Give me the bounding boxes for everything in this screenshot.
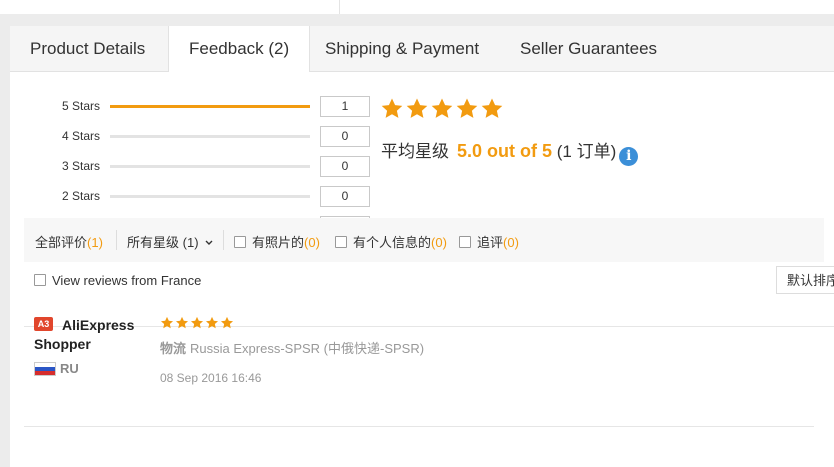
filter-separator bbox=[223, 230, 224, 250]
divider bbox=[24, 426, 814, 427]
filter-with-photos[interactable]: 有照片的(0) bbox=[234, 232, 320, 251]
filter-all[interactable]: 全部评价(1) bbox=[35, 232, 103, 251]
france-label: View reviews from France bbox=[52, 273, 202, 288]
filter-personal-info[interactable]: 有个人信息的(0) bbox=[335, 232, 447, 251]
review-logistics: 物流 Russia Express-SPSR (中俄快递-SPSR) bbox=[160, 338, 424, 357]
rating-label: 4 Stars bbox=[61, 129, 100, 143]
personal-info-checkbox[interactable] bbox=[335, 236, 347, 248]
star-icon bbox=[190, 316, 204, 329]
filter-bar: 全部评价(1) 所有星级 (1) 有照片的(0) 有个人信息的(0) 追评(0) bbox=[24, 218, 824, 262]
review-date: 08 Sep 2016 16:46 bbox=[160, 371, 262, 385]
star-icon bbox=[431, 98, 453, 118]
tab-shipping-payment[interactable]: Shipping & Payment bbox=[325, 26, 479, 71]
buyer-country: RU bbox=[60, 361, 79, 376]
star-filter-count: (1) bbox=[182, 235, 199, 250]
with-photos-count: (0) bbox=[304, 235, 320, 250]
followup-label: 追评 bbox=[477, 235, 504, 250]
logistics-value: Russia Express-SPSR (中俄快递-SPSR) bbox=[190, 341, 425, 356]
top-strip bbox=[0, 0, 834, 14]
followup-count: (0) bbox=[503, 235, 519, 250]
france-checkbox[interactable] bbox=[34, 274, 46, 286]
order-count: (1 订单) bbox=[556, 142, 617, 161]
star-icon bbox=[406, 98, 428, 118]
review-stars bbox=[160, 316, 234, 330]
rating-count: 0 bbox=[320, 156, 370, 177]
filter-all-count: (1) bbox=[87, 235, 103, 250]
russia-flag-icon bbox=[34, 362, 56, 376]
review-item: AliExpress Shopper A3 RU 物流 Russia Expres… bbox=[34, 316, 814, 406]
buyer-level-badge: A3 bbox=[34, 317, 53, 331]
average-label: 平均星级 bbox=[381, 142, 449, 161]
rating-bar bbox=[110, 165, 310, 168]
info-icon[interactable]: i bbox=[619, 147, 639, 166]
filter-followup[interactable]: 追评(0) bbox=[459, 232, 519, 251]
rating-label: 3 Stars bbox=[61, 159, 100, 173]
star-icon bbox=[205, 316, 219, 329]
personal-info-count: (0) bbox=[431, 235, 447, 250]
star-icon bbox=[175, 316, 189, 329]
rating-bar-fill bbox=[110, 105, 310, 108]
rating-bar bbox=[110, 105, 310, 108]
personal-info-label: 有个人信息的 bbox=[353, 235, 432, 250]
with-photos-checkbox[interactable] bbox=[234, 236, 246, 248]
france-filter[interactable]: View reviews from France bbox=[34, 273, 201, 288]
star-icon bbox=[481, 98, 503, 118]
star-icon bbox=[160, 316, 174, 329]
rating-bar bbox=[110, 135, 310, 138]
tab-seller-guarantees[interactable]: Seller Guarantees bbox=[520, 26, 657, 71]
rating-bar bbox=[110, 195, 310, 198]
chevron-down-icon bbox=[205, 240, 213, 245]
tab-product-details[interactable]: Product Details bbox=[30, 26, 145, 71]
average-score: 5.0 out of 5 bbox=[457, 141, 553, 161]
sort-select[interactable]: 默认排序 bbox=[776, 266, 834, 294]
rating-count: 0 bbox=[320, 126, 370, 147]
rating-count: 1 bbox=[320, 96, 370, 117]
top-divider bbox=[339, 0, 340, 14]
star-icon bbox=[381, 98, 403, 118]
star-filter-select[interactable]: 所有星级 (1) bbox=[127, 232, 213, 251]
average-rating: 平均星级 5.0 out of 5 (1 订单) i bbox=[381, 137, 639, 166]
star-icon bbox=[456, 98, 478, 118]
rating-label: 5 Stars bbox=[61, 99, 100, 113]
average-stars bbox=[380, 97, 504, 121]
logistics-label: 物流 bbox=[160, 341, 187, 356]
followup-checkbox[interactable] bbox=[459, 236, 471, 248]
tab-bar: Product Details Feedback (2) Shipping & … bbox=[10, 26, 834, 72]
filter-all-label: 全部评价 bbox=[35, 235, 88, 250]
tab-feedback[interactable]: Feedback (2) bbox=[168, 26, 311, 72]
with-photos-label: 有照片的 bbox=[252, 235, 305, 250]
rating-count: 0 bbox=[320, 186, 370, 207]
star-icon bbox=[220, 316, 234, 329]
filter-separator bbox=[116, 230, 117, 250]
star-filter-label: 所有星级 bbox=[127, 235, 180, 250]
rating-label: 2 Stars bbox=[61, 189, 100, 203]
